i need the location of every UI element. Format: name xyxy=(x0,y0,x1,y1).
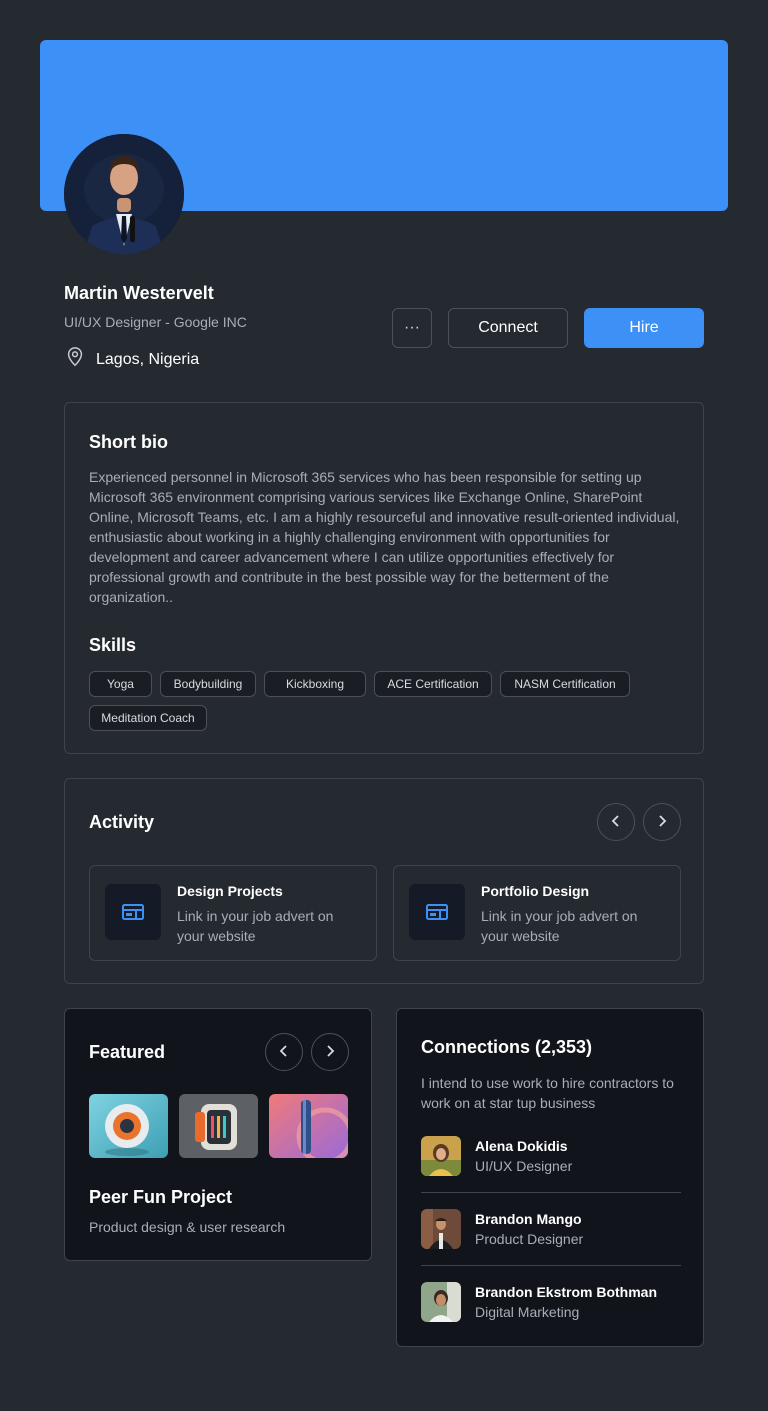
skill-tag[interactable]: Meditation Coach xyxy=(89,705,207,731)
featured-project-title: Peer Fun Project xyxy=(89,1187,233,1207)
skill-tag[interactable]: ACE Certification xyxy=(374,671,492,697)
activity-prev-button[interactable] xyxy=(597,803,635,841)
bio-card: Short bio Experienced personnel in Micro… xyxy=(64,402,704,754)
featured-card: Featured Peer Fun Project Product design… xyxy=(64,1008,372,1261)
featured-next-button[interactable] xyxy=(311,1033,349,1071)
chevron-left-icon xyxy=(609,814,623,831)
profile-avatar[interactable] xyxy=(64,134,184,254)
skills-list: Yoga Bodybuilding Kickboxing ACE Certifi… xyxy=(89,671,689,731)
activity-card: Activity Design Projects Link in your jo… xyxy=(64,778,704,984)
activity-item-title: Design Projects xyxy=(177,883,283,899)
connection-role: UI/UX Designer xyxy=(475,1158,573,1174)
bio-title: Short bio xyxy=(89,432,168,452)
connection-item[interactable]: Alena Dokidis UI/UX Designer xyxy=(421,1136,681,1196)
connection-name: Brandon Mango xyxy=(475,1211,582,1227)
chevron-right-icon xyxy=(323,1044,337,1061)
skill-tag[interactable]: Yoga xyxy=(89,671,152,697)
skills-title: Skills xyxy=(89,635,137,655)
activity-title: Activity xyxy=(89,812,155,832)
profile-location: Lagos, Nigeria xyxy=(64,346,199,373)
featured-project-desc: Product design & user research xyxy=(89,1219,286,1235)
connection-role: Digital Marketing xyxy=(475,1304,580,1320)
connection-name: Alena Dokidis xyxy=(475,1138,568,1154)
layout-icon xyxy=(105,884,161,940)
divider xyxy=(421,1265,681,1266)
featured-title: Featured xyxy=(89,1042,166,1062)
ellipsis-icon: ··· xyxy=(404,319,420,336)
activity-next-button[interactable] xyxy=(643,803,681,841)
connect-button[interactable]: Connect xyxy=(448,308,568,348)
featured-thumbnail[interactable] xyxy=(269,1094,348,1158)
connection-name: Brandon Ekstrom Bothman xyxy=(475,1284,658,1300)
featured-thumbnail[interactable] xyxy=(179,1094,258,1158)
connection-avatar xyxy=(421,1209,461,1249)
featured-prev-button[interactable] xyxy=(265,1033,303,1071)
profile-name: Martin Westervelt xyxy=(64,283,214,303)
activity-item[interactable]: Portfolio Design Link in your job advert… xyxy=(393,865,681,961)
skill-tag[interactable]: Bodybuilding xyxy=(160,671,256,697)
location-pin-icon xyxy=(64,346,86,373)
featured-thumbnail[interactable] xyxy=(89,1094,168,1158)
more-options-button[interactable]: ··· xyxy=(392,308,432,348)
connections-card: Connections (2,353) I intend to use work… xyxy=(396,1008,704,1347)
activity-item-desc: Link in your job advert on your website xyxy=(177,908,334,944)
chevron-left-icon xyxy=(277,1044,291,1061)
profile-role: UI/UX Designer - Google INC xyxy=(64,314,247,330)
connection-avatar xyxy=(421,1136,461,1176)
activity-item-desc: Link in your job advert on your website xyxy=(481,908,638,944)
connection-item[interactable]: Brandon Mango Product Designer xyxy=(421,1209,681,1269)
connections-desc: I intend to use work to hire contractors… xyxy=(421,1075,674,1111)
connections-title: Connections (2,353) xyxy=(421,1037,593,1057)
chevron-right-icon xyxy=(655,814,669,831)
hire-button[interactable]: Hire xyxy=(584,308,704,348)
connection-role: Product Designer xyxy=(475,1231,584,1247)
location-text: Lagos, Nigeria xyxy=(96,350,200,368)
layout-icon xyxy=(409,884,465,940)
activity-item-title: Portfolio Design xyxy=(481,883,590,899)
connection-item[interactable]: Brandon Ekstrom Bothman Digital Marketin… xyxy=(421,1282,681,1342)
skill-tag[interactable]: NASM Certification xyxy=(500,671,630,697)
bio-text: Experienced personnel in Microsoft 365 s… xyxy=(89,469,680,605)
connection-avatar xyxy=(421,1282,461,1322)
divider xyxy=(421,1192,681,1193)
activity-item[interactable]: Design Projects Link in your job advert … xyxy=(89,865,377,961)
skill-tag[interactable]: Kickboxing xyxy=(264,671,366,697)
